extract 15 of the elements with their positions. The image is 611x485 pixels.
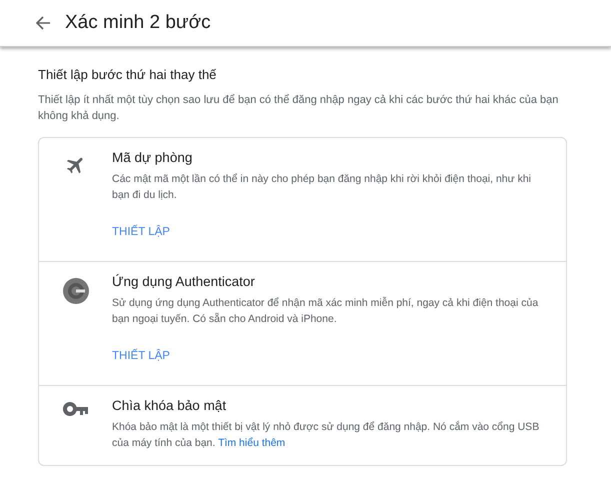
option-description: Các mật mã một lần có thể in này cho phép bạn đăng nhập khi rời khỏi điện thoại, như khi bạn đi du lịch. bbox=[112, 172, 532, 203]
option-description: Sử dụng ứng dụng Authenticator để nhận mã xác minh miễn phí, ngay cả khi điện thoại của bạn ngoại tuyến. Có sẵn cho Android và iPhone. bbox=[112, 296, 540, 327]
option-title: Ứng dụng Authenticator bbox=[112, 274, 256, 289]
learn-more-link[interactable]: Tìm hiểu thêm bbox=[218, 437, 286, 449]
authenticator-icon bbox=[62, 278, 88, 304]
setup-button[interactable]: THIẾT LẬP bbox=[112, 223, 170, 241]
option-description: Khóa bảo mật là một thiết bị vật lý nhỏ được sử dụng để đăng nhập. Nó cắm vào cổng USB của máy tính của bạn. Tìm hiểu thêm bbox=[112, 420, 540, 451]
option-title: Chìa khóa bảo mật bbox=[112, 398, 228, 413]
key-icon bbox=[62, 402, 88, 416]
page-title: Xác minh 2 bước bbox=[65, 12, 211, 34]
back-arrow-icon bbox=[35, 15, 51, 31]
section-description: Thiết lập ít nhất một tùy chọn sao lưu để bạn có thể đăng nhập ngay cả khi các bước thứ hai khác của bạn không khả dụng. bbox=[38, 93, 560, 124]
setup-button[interactable]: THIẾT LẬP bbox=[112, 347, 170, 365]
option-title: Mã dự phòng bbox=[112, 150, 194, 165]
section-heading: Thiết lập bước thứ hai thay thế bbox=[38, 67, 218, 82]
